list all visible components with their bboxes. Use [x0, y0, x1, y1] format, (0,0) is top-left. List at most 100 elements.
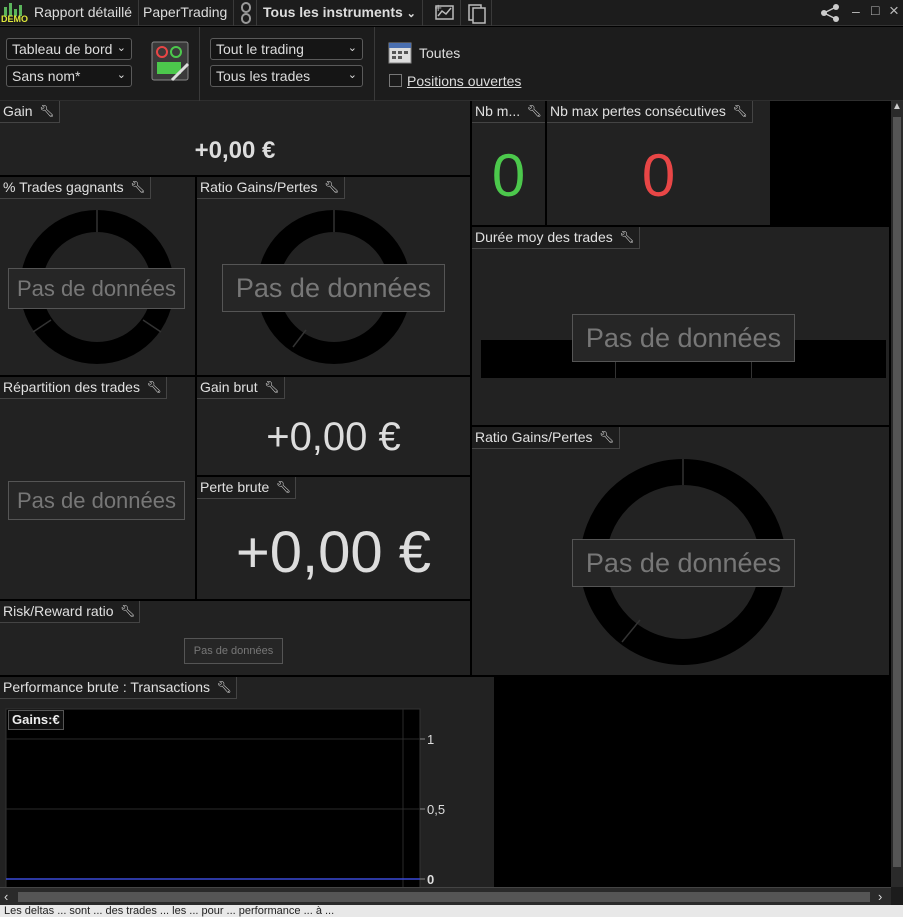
scrollbar-thumb[interactable]	[18, 892, 870, 902]
select-value: Tous les trades	[216, 68, 311, 84]
y-tick-label: 0	[427, 872, 434, 887]
panel-avg-duration: Durée moy des trades 🔧︎ Pas de données	[472, 227, 891, 427]
gain-value: +0,00 €	[194, 137, 276, 164]
no-data-label: Pas de données	[222, 264, 445, 312]
panel-ratio-small: Ratio Gains/Pertes 🔧︎ Pas de données	[197, 177, 472, 377]
scroll-up-icon[interactable]: ▲	[892, 101, 902, 112]
panel-pct-winning: % Trades gagnants 🔧︎ Pas de données	[0, 177, 197, 377]
panel-title[interactable]: Ratio Gains/Pertes 🔧︎	[472, 427, 620, 449]
vertical-scrollbar[interactable]: ▲	[891, 101, 903, 887]
gross-loss-value: +0,00 €	[235, 520, 432, 585]
maximize-icon[interactable]: □	[871, 2, 879, 18]
select-value: Tout le trading	[216, 41, 304, 57]
y-tick-label: 0,5	[427, 802, 445, 817]
wrench-icon[interactable]: 🔧︎	[217, 677, 232, 698]
wrench-icon[interactable]: 🔧︎	[620, 227, 635, 248]
wrench-icon[interactable]: 🔧︎	[130, 177, 145, 198]
period-label[interactable]: Toutes	[419, 45, 460, 61]
open-positions-label[interactable]: Positions ouvertes	[407, 73, 521, 89]
tab-label: Tous les instruments	[263, 4, 403, 20]
panel-title-label: Ratio Gains/Pertes	[200, 179, 318, 195]
wrench-icon[interactable]: 🔧︎	[527, 101, 542, 122]
share-icon[interactable]	[820, 3, 842, 23]
panel-gain: Gain 🔧︎ +0,00 €	[0, 101, 472, 177]
panel-gross-gain: Gain brut 🔧︎ +0,00 €	[197, 377, 472, 477]
wrench-icon[interactable]: 🔧︎	[264, 377, 279, 398]
gross-gain-value: +0,00 €	[266, 415, 401, 459]
chevron-down-icon: ⌄	[406, 8, 416, 20]
panel-title[interactable]: Perte brute 🔧︎	[197, 477, 297, 499]
title-bar: DEMO Rapport détaillé PaperTrading Tous …	[0, 0, 903, 26]
close-icon[interactable]: ×	[889, 1, 899, 21]
plot-area	[5, 708, 421, 887]
name-select[interactable]: Sans nom* ⌄	[6, 65, 132, 87]
panel-title[interactable]: Nb max pertes consécutives 🔧︎	[547, 101, 753, 123]
chevron-down-icon: ⌄	[116, 69, 126, 81]
panel-trade-distribution: Répartition des trades 🔧︎ Pas de données	[0, 377, 197, 601]
wrench-icon[interactable]: 🔧︎	[599, 427, 614, 448]
panel-title-label: Nb m...	[475, 103, 521, 119]
panel-title-label: % Trades gagnants	[3, 179, 124, 195]
trading-select[interactable]: Tout le trading ⌄	[210, 38, 363, 60]
scroll-right-icon[interactable]: ›	[878, 889, 882, 904]
panel-gross-loss: Perte brute 🔧︎ +0,00 €	[197, 477, 472, 601]
dashboard-settings-icon[interactable]	[150, 40, 192, 84]
wrench-icon[interactable]: 🔧︎	[324, 177, 339, 198]
bar-tick	[751, 362, 752, 378]
chevron-down-icon: ⌄	[347, 42, 357, 54]
panel-title[interactable]: Gain 🔧︎	[0, 101, 60, 123]
bar-tick	[615, 362, 616, 378]
performance-chart: 10,50	[5, 708, 445, 887]
panel-title[interactable]: Performance brute : Transactions 🔧︎	[0, 677, 237, 699]
tab-papertrading[interactable]: PaperTrading	[137, 0, 235, 26]
panel-title[interactable]: Durée moy des trades 🔧︎	[472, 227, 640, 249]
scrollbar-thumb[interactable]	[893, 117, 901, 867]
toolbar-separator	[199, 27, 200, 101]
wrench-icon[interactable]: 🔧︎	[147, 377, 162, 398]
add-chart-icon[interactable]: +	[428, 0, 461, 26]
no-data-label: Pas de données	[572, 314, 795, 362]
demo-logo: DEMO	[0, 0, 28, 26]
panel-title-label: Répartition des trades	[3, 379, 140, 395]
panel-title-label: Performance brute : Transactions	[3, 679, 210, 695]
link-icon[interactable]	[236, 0, 257, 26]
panel-title[interactable]: Gain brut 🔧︎	[197, 377, 285, 399]
toolbar: Tableau de bord ⌄ Sans nom* ⌄ Tout le trad…	[0, 27, 903, 101]
horizontal-scrollbar[interactable]: ‹ ›	[0, 887, 891, 905]
wrench-icon[interactable]: 🔧︎	[120, 601, 135, 622]
panel-performance: Performance brute : Transactions 🔧︎ 1 0,5 0…	[0, 677, 496, 887]
no-data-label: Pas de données	[8, 268, 185, 309]
wrench-icon[interactable]: 🔧︎	[39, 101, 54, 122]
trades-select[interactable]: Tous les trades ⌄	[210, 65, 363, 87]
open-positions-checkbox[interactable]	[389, 74, 402, 87]
minimize-icon[interactable]: –	[852, 3, 860, 19]
wrench-icon[interactable]: 🔧︎	[733, 101, 748, 122]
tab-detailed-report[interactable]: Rapport détaillé	[28, 0, 140, 26]
tab-label: Rapport détaillé	[34, 4, 133, 20]
documents-icon[interactable]	[461, 0, 492, 26]
scroll-left-icon[interactable]: ‹	[4, 889, 8, 904]
dashboard-select[interactable]: Tableau de bord ⌄	[6, 38, 132, 60]
no-data-label: Pas de données	[8, 481, 185, 520]
panel-title[interactable]: Répartition des trades 🔧︎	[0, 377, 167, 399]
svg-text:+: +	[434, 3, 442, 14]
panel-title-label: Gain	[3, 103, 33, 119]
no-data-label: Pas de données	[184, 638, 283, 664]
panel-title-label: Durée moy des trades	[475, 229, 613, 245]
panel-title-label: Gain brut	[200, 379, 258, 395]
panel-title-label: Nb max pertes consécutives	[550, 103, 726, 119]
panel-title[interactable]: Ratio Gains/Pertes 🔧︎	[197, 177, 345, 199]
calendar-icon[interactable]	[387, 39, 413, 65]
panel-risk-reward: Risk/Reward ratio 🔧︎ Pas de données	[0, 601, 472, 677]
instruments-dropdown[interactable]: Tous les instruments ⌄	[257, 0, 423, 26]
demo-label: DEMO	[1, 14, 28, 24]
chevron-down-icon: ⌄	[116, 42, 126, 54]
panel-title[interactable]: Nb m... 🔧︎	[472, 101, 545, 123]
status-bar: Les deltas ... sont ... des trades ... l…	[0, 905, 903, 917]
panel-title[interactable]: Risk/Reward ratio 🔧︎	[0, 601, 141, 623]
y-tick-label: 1	[427, 732, 434, 747]
wrench-icon[interactable]: 🔧︎	[276, 477, 291, 498]
panel-title[interactable]: % Trades gagnants 🔧︎	[0, 177, 151, 199]
tab-label: PaperTrading	[143, 4, 228, 20]
chart-legend: Gains:€	[8, 710, 64, 730]
